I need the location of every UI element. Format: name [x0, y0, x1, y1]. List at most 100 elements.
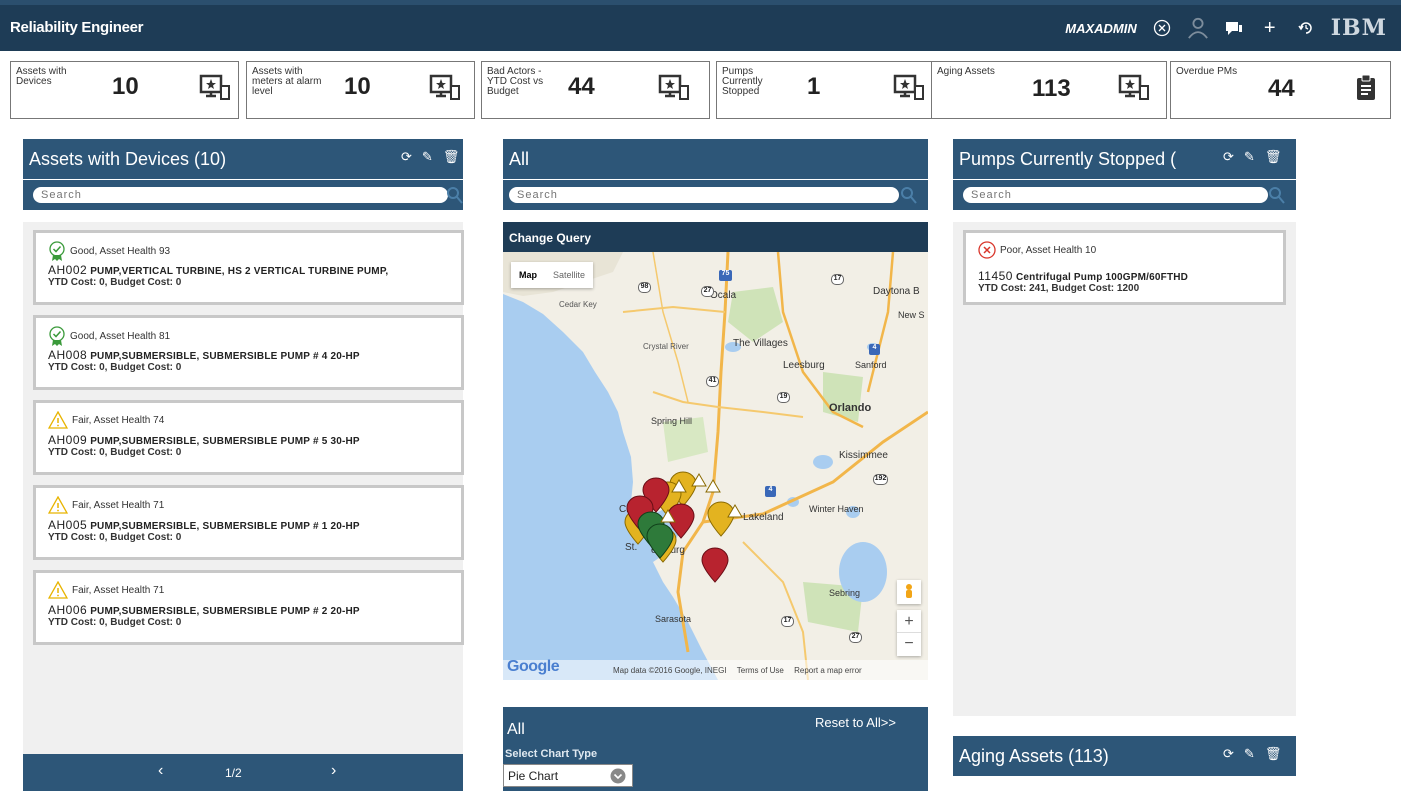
chart-type-select[interactable]: Pie Chart — [503, 764, 633, 787]
status-text: Good, Asset Health 81 — [70, 330, 171, 342]
reset-to-all-link[interactable]: Reset to All>> — [815, 715, 896, 730]
card-status: Fair, Asset Health 71 — [48, 496, 164, 514]
kpi-label: Assets with meters at alarm level — [252, 66, 322, 97]
marker-fair[interactable] — [707, 501, 735, 537]
add-icon[interactable]: + — [1259, 17, 1281, 39]
user-name[interactable]: MAXADMIN — [1065, 21, 1137, 36]
kpi-label: Assets with Devices — [16, 66, 67, 87]
kpi-overdue-pms[interactable]: Overdue PMs 44 — [1170, 61, 1391, 119]
report-link[interactable]: Report a map error — [794, 666, 862, 675]
tab-map[interactable]: Map — [511, 262, 545, 288]
list-item[interactable]: Fair, Asset Health 74 AH009 PUMP,SUBMERSI… — [33, 400, 464, 475]
attribution-text: Map data ©2016 Google, INEGI — [613, 666, 727, 675]
pencil-icon[interactable]: ✎ — [1244, 149, 1255, 165]
card-cost: YTD Cost: 0, Budget Cost: 0 — [48, 277, 182, 288]
app-title: Reliability Engineer — [10, 19, 144, 36]
search-input[interactable] — [33, 187, 448, 203]
card-status: Fair, Asset Health 74 — [48, 411, 164, 429]
trash-icon[interactable]: 🗑 — [443, 149, 460, 165]
list-item[interactable]: Good, Asset Health 93 AH002 PUMP,VERTICAL… — [33, 230, 464, 305]
asset-desc: PUMP,SUBMERSIBLE, SUBMERSIBLE PUMP # 4 2… — [90, 351, 360, 362]
clipboard-icon — [1357, 74, 1375, 100]
kpi-label: Pumps Currently Stopped — [722, 66, 763, 97]
all-header: All — [503, 139, 928, 179]
chart-title: All — [507, 721, 525, 738]
zoom-in-button[interactable]: + — [897, 610, 921, 633]
asset-code: AH008 — [48, 348, 88, 362]
map[interactable]: Cedar Key Ocala Daytona B New S Crystal … — [503, 252, 928, 680]
monitor-star-icon — [429, 74, 460, 100]
kpi-label: Overdue PMs — [1176, 66, 1238, 77]
map-markers — [624, 471, 743, 583]
card-title: AH005 PUMP,SUBMERSIBLE, SUBMERSIBLE PUMP… — [48, 518, 360, 532]
map-attribution: Map data ©2016 Google, INEGI Terms of Us… — [613, 666, 862, 675]
google-logo: Google — [507, 658, 560, 675]
marker-poor[interactable] — [701, 547, 729, 583]
list-item[interactable]: Fair, Asset Health 71 AH005 PUMP,SUBMERSI… — [33, 485, 464, 560]
top-bar: Reliability Engineer MAXADMIN + IBM — [0, 0, 1401, 51]
asset-desc: PUMP,SUBMERSIBLE, SUBMERSIBLE PUMP # 2 2… — [90, 606, 360, 617]
change-query-button[interactable]: Change Query — [503, 222, 928, 252]
list-item[interactable]: Good, Asset Health 81 AH008 PUMP,SUBMERSI… — [33, 315, 464, 390]
card-status: Good, Asset Health 81 — [48, 326, 170, 346]
pencil-icon[interactable]: ✎ — [422, 149, 433, 165]
chat-icon[interactable] — [1223, 17, 1245, 39]
card-title: AH009 PUMP,SUBMERSIBLE, SUBMERSIBLE PUMP… — [48, 433, 360, 447]
status-text: Good, Asset Health 93 — [70, 245, 171, 257]
asset-desc: PUMP,SUBMERSIBLE, SUBMERSIBLE PUMP # 1 2… — [90, 521, 360, 532]
history-icon[interactable] — [1295, 17, 1317, 39]
search-input[interactable] — [963, 187, 1268, 203]
kpi-aging-assets[interactable]: Aging Assets 113 — [931, 61, 1167, 119]
list-item[interactable]: Poor, Asset Health 10 11450 Centrifugal … — [963, 230, 1286, 305]
terms-link[interactable]: Terms of Use — [737, 666, 784, 675]
kpi-bad-actors[interactable]: Bad Actors - YTD Cost vs Budget 44 — [481, 61, 710, 119]
search-icon[interactable] — [1269, 186, 1285, 204]
zoom-out-button[interactable]: − — [897, 633, 921, 655]
asset-code: AH006 — [48, 603, 88, 617]
refresh-icon[interactable]: ⟳ — [1223, 149, 1234, 165]
card-title: AH002 PUMP,VERTICAL TURBINE, HS 2 VERTIC… — [48, 263, 388, 277]
search-input[interactable] — [509, 187, 899, 203]
card-title: 11450 Centrifugal Pump 100GPM/60FTHD — [978, 269, 1188, 283]
chart-panel: All Reset to All>> Select Chart Type Pie… — [503, 707, 928, 791]
kpi-value: 10 — [344, 73, 371, 100]
trash-icon[interactable]: 🗑 — [1265, 149, 1282, 165]
panel-title: All — [509, 149, 530, 169]
card-status: Fair, Asset Health 71 — [48, 581, 164, 599]
status-text: Fair, Asset Health 71 — [72, 499, 165, 511]
error-circle-icon — [978, 241, 996, 259]
status-text: Fair, Asset Health 74 — [72, 414, 165, 426]
refresh-icon[interactable]: ⟳ — [1223, 746, 1234, 762]
card-cost: YTD Cost: 0, Budget Cost: 0 — [48, 362, 182, 373]
street-view-pegman[interactable] — [897, 580, 921, 604]
search-icon[interactable] — [447, 186, 463, 204]
kpi-row: Assets with Devices 10 Assets with meter… — [10, 61, 1391, 119]
kpi-value: 44 — [568, 73, 595, 100]
search-icon[interactable] — [901, 186, 917, 204]
tab-satellite[interactable]: Satellite — [545, 262, 593, 288]
person-icon[interactable] — [1187, 17, 1209, 39]
map-type-tabs: Map Satellite — [511, 262, 594, 288]
kpi-value: 44 — [1268, 75, 1295, 102]
pager-prev-button[interactable]: ‹ — [158, 762, 163, 780]
card-title: AH006 PUMP,SUBMERSIBLE, SUBMERSIBLE PUMP… — [48, 603, 360, 617]
pager: ‹ 1/2 › — [23, 754, 463, 791]
panel-tools: ⟳ ✎ 🗑 — [401, 149, 459, 165]
card-cost: YTD Cost: 241, Budget Cost: 1200 — [978, 283, 1140, 294]
panel-title: Aging Assets (113) — [959, 746, 1109, 766]
zoom-controls: + − — [897, 610, 921, 656]
warning-icon — [48, 411, 68, 429]
pager-page: 1/2 — [225, 766, 242, 780]
pegman-icon — [906, 584, 912, 598]
chevron-down-icon — [610, 768, 626, 784]
pager-next-button[interactable]: › — [331, 762, 336, 780]
pencil-icon[interactable]: ✎ — [1244, 746, 1255, 762]
close-circle-icon[interactable] — [1151, 17, 1173, 39]
status-text: Fair, Asset Health 71 — [72, 584, 165, 596]
kpi-pumps-stopped[interactable]: Pumps Currently Stopped 1 — [716, 61, 936, 119]
refresh-icon[interactable]: ⟳ — [401, 149, 412, 165]
list-item[interactable]: Fair, Asset Health 71 AH006 PUMP,SUBMERSI… — [33, 570, 464, 645]
kpi-assets-with-devices[interactable]: Assets with Devices 10 — [10, 61, 239, 119]
kpi-meters-alarm[interactable]: Assets with meters at alarm level 10 — [246, 61, 475, 119]
trash-icon[interactable]: 🗑 — [1265, 746, 1282, 762]
